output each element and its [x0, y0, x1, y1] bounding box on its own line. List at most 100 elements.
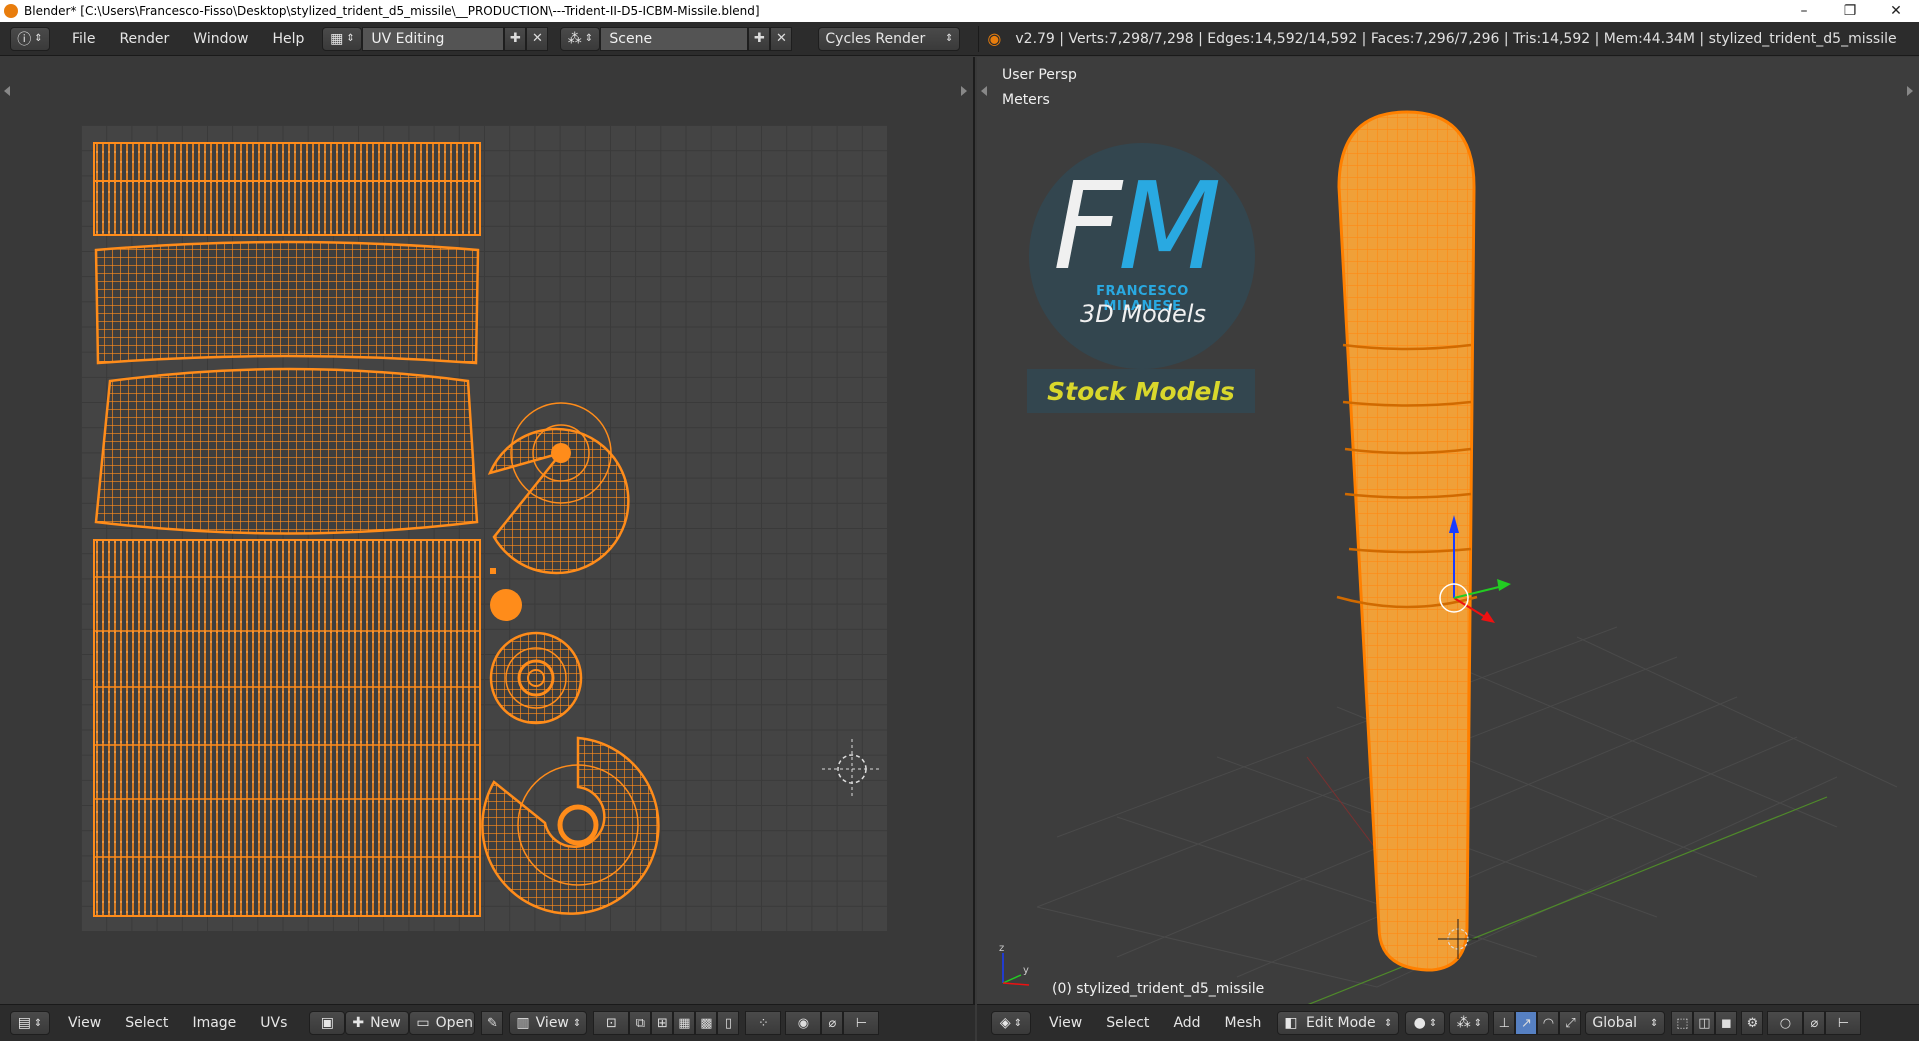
uv-island[interactable]: [481, 736, 660, 915]
vertex-select-button[interactable]: ⊞: [651, 1011, 674, 1035]
pivot-button[interactable]: ⊡: [593, 1011, 630, 1035]
plus-icon: ✚: [352, 1015, 365, 1031]
pin-icon: ✎: [486, 1015, 498, 1031]
window-titlebar: Blender* [C:\Users\Francesco-Fisso\Deskt…: [0, 0, 1919, 22]
3d-view-icon: ◈: [999, 1015, 1011, 1031]
uv-island[interactable]: [490, 589, 522, 621]
menu-file[interactable]: File: [60, 27, 107, 51]
3d-view-header: ◈ ⇕ View Select Add Mesh ◧ Edit Mode ⇕ ● ⇕…: [977, 1004, 1919, 1041]
uv-image-editor[interactable]: [0, 57, 975, 1004]
uv-island[interactable]: [93, 539, 481, 917]
snap-target-button[interactable]: ⊢: [843, 1011, 880, 1035]
face-select-button[interactable]: ▩: [695, 1011, 718, 1035]
proportional-edit-button[interactable]: ◉: [785, 1011, 822, 1035]
divider: [978, 25, 980, 52]
add-scene-button[interactable]: ✚: [748, 26, 771, 51]
menu-window[interactable]: Window: [181, 27, 260, 51]
svg-text:y: y: [1023, 965, 1029, 976]
open-image-button[interactable]: ▭ Open: [409, 1011, 476, 1035]
new-image-button[interactable]: ✚ New: [345, 1011, 410, 1035]
magnet-icon: ⌀: [828, 1015, 837, 1031]
menu-view[interactable]: View: [1037, 1011, 1094, 1035]
island-select-icon: ▯: [724, 1015, 732, 1031]
menu-render[interactable]: Render: [107, 27, 181, 51]
x-icon: ✕: [531, 31, 543, 46]
view-mode-dropdown[interactable]: ▥ View ⇕: [509, 1011, 588, 1035]
svg-text:z: z: [999, 943, 1004, 954]
face-select-icon: ◼: [1721, 1015, 1732, 1031]
render-engine-dropdown[interactable]: Cycles Render ⇕: [818, 26, 961, 51]
menu-mesh[interactable]: Mesh: [1213, 1011, 1274, 1035]
vertex-select-icon: ⬚: [1676, 1015, 1689, 1031]
chevron-updown-icon: ⇕: [1384, 1017, 1393, 1029]
arrow-icon: ↗: [1520, 1015, 1532, 1031]
menu-add[interactable]: Add: [1161, 1011, 1212, 1035]
image-browse-button[interactable]: ▣: [309, 1011, 346, 1035]
snap-target-button[interactable]: ⊢: [1825, 1011, 1862, 1035]
sticky-select-button[interactable]: ⁘: [745, 1011, 782, 1035]
menu-view[interactable]: View: [56, 1011, 113, 1035]
minimize-button[interactable]: –: [1781, 0, 1827, 22]
uv-island[interactable]: [489, 631, 583, 725]
menu-select[interactable]: Select: [1094, 1011, 1161, 1035]
sync-selection-button[interactable]: ⧉: [629, 1011, 652, 1035]
uv-island[interactable]: [490, 568, 496, 574]
snap-button[interactable]: ⌀: [1803, 1011, 1826, 1035]
editor-type-button[interactable]: ◈ ⇕: [991, 1011, 1031, 1035]
snap-button[interactable]: ⌀: [821, 1011, 844, 1035]
screen-layout-field[interactable]: UV Editing: [362, 26, 505, 51]
close-button[interactable]: ✕: [1873, 0, 1919, 22]
edge-select-icon: ◫: [1698, 1015, 1711, 1031]
scene-field[interactable]: Scene: [600, 26, 749, 51]
screen-layout-browse-button[interactable]: ▦ ⇕: [322, 26, 363, 51]
delete-scene-button[interactable]: ✕: [770, 26, 793, 51]
interaction-mode-dropdown[interactable]: ◧ Edit Mode ⇕: [1277, 1011, 1400, 1035]
2d-cursor-icon[interactable]: [822, 739, 882, 799]
transform-orientation-dropdown[interactable]: Global ⇕: [1585, 1011, 1666, 1035]
uv-island[interactable]: [94, 240, 480, 365]
magnet-icon: ⌀: [1810, 1015, 1819, 1031]
pivot-icon: ⁂: [1456, 1015, 1471, 1031]
vertex-select-button[interactable]: ⬚: [1671, 1011, 1694, 1035]
uv-island[interactable]: [94, 367, 479, 535]
window-title: Blender* [C:\Users\Francesco-Fisso\Deskt…: [24, 4, 760, 18]
blender-icon: ◉: [987, 29, 1002, 48]
image-editor-icon: ▤: [17, 1015, 31, 1031]
proportional-edit-button[interactable]: ○: [1767, 1011, 1804, 1035]
info-icon: ⓘ: [17, 31, 32, 48]
edge-select-button[interactable]: ◫: [1693, 1011, 1716, 1035]
delete-screen-button[interactable]: ✕: [526, 26, 549, 51]
menu-select[interactable]: Select: [113, 1011, 180, 1035]
shading-dropdown[interactable]: ● ⇕: [1405, 1011, 1446, 1035]
occlusion-icon: ⚙: [1746, 1015, 1759, 1031]
occlusion-toggle[interactable]: ⚙: [1741, 1011, 1764, 1035]
editor-type-button[interactable]: ▤ ⇕: [10, 1011, 50, 1035]
uv-editor-header: ▤ ⇕ View Select Image UVs ▣ ✚ New ▭ Open ✎ …: [0, 1004, 975, 1041]
menu-help[interactable]: Help: [260, 27, 316, 51]
translate-manipulator-button[interactable]: ↗: [1515, 1011, 1538, 1035]
rotate-manipulator-button[interactable]: ◠: [1537, 1011, 1560, 1035]
scene-browse-button[interactable]: ⁂ ⇕: [560, 26, 601, 51]
proportional-icon: ◉: [797, 1015, 810, 1031]
face-select-icon: ▩: [700, 1015, 713, 1031]
y-axis-line: [1307, 796, 1828, 1004]
edit-mode-icon: ◧: [1284, 1015, 1298, 1031]
screen-layout-icon: ▦: [330, 30, 344, 47]
add-screen-button[interactable]: ✚: [504, 26, 527, 51]
pivot-dropdown[interactable]: ⁂ ⇕: [1449, 1011, 1490, 1035]
sticky-icon: ⁘: [757, 1015, 769, 1031]
uv-islands[interactable]: [0, 57, 975, 1004]
solid-shading-icon: ●: [1413, 1015, 1426, 1031]
island-select-button[interactable]: ▯: [717, 1011, 740, 1035]
pin-image-button[interactable]: ✎: [481, 1011, 504, 1035]
restore-button[interactable]: ❐: [1827, 0, 1873, 22]
scale-manipulator-button[interactable]: ⤢: [1559, 1011, 1582, 1035]
manipulator-icon: ⊥: [1498, 1015, 1511, 1031]
face-select-button[interactable]: ◼: [1715, 1011, 1738, 1035]
edge-select-button[interactable]: ▦: [673, 1011, 696, 1035]
manipulator-toggle[interactable]: ⊥: [1493, 1011, 1516, 1035]
editor-type-button[interactable]: ⓘ ⇕: [10, 26, 50, 51]
menu-uvs[interactable]: UVs: [248, 1011, 299, 1035]
uv-island[interactable]: [93, 142, 481, 236]
menu-image[interactable]: Image: [180, 1011, 248, 1035]
